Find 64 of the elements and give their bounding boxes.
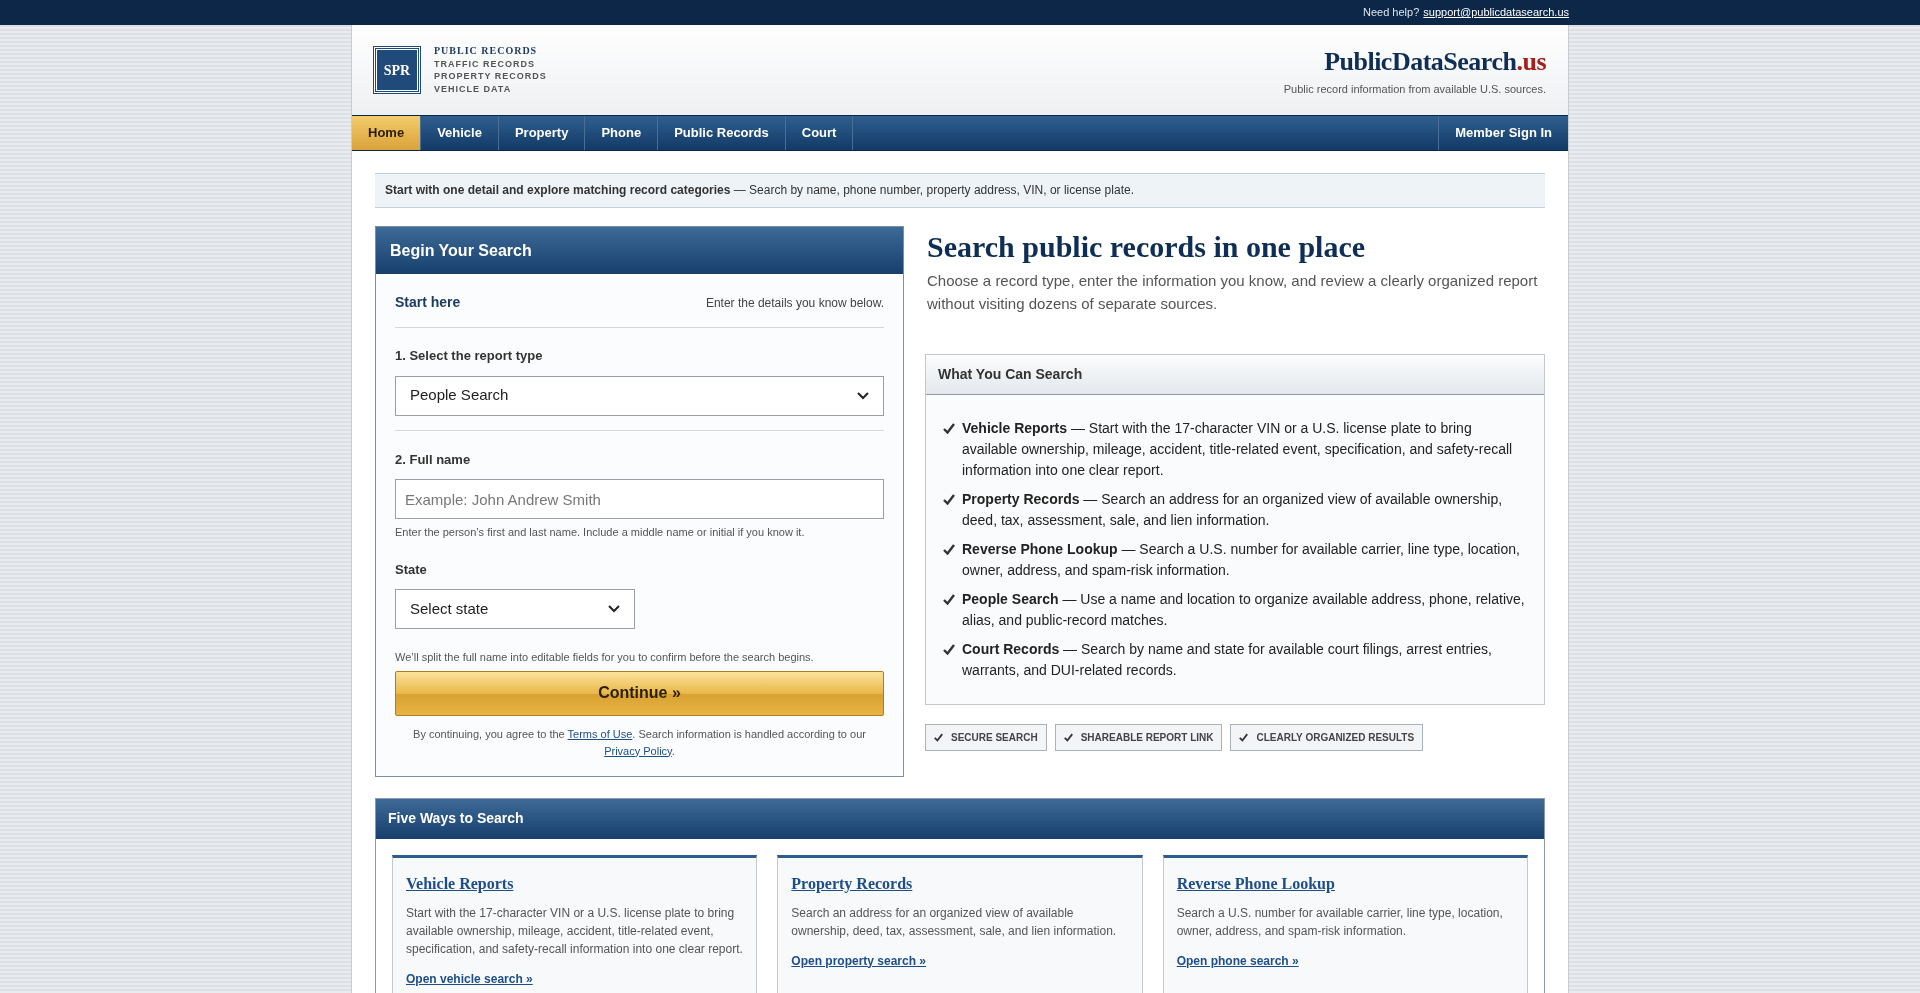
card-link[interactable]: Open property search » <box>791 951 927 970</box>
badge-label: CLEARLY ORGANIZED RESULTS <box>1256 731 1415 745</box>
start-here-heading: Start here <box>395 293 461 312</box>
panel-title: Begin Your Search <box>390 240 532 261</box>
page-heading: Search public records in one place <box>927 229 1367 265</box>
nav-tab[interactable]: Home <box>352 116 422 150</box>
logo-tagline: PROPERTY RECORDS <box>434 70 547 83</box>
brand-name: PublicDataSearch.us <box>1324 48 1546 75</box>
logo-mark: SPR <box>374 47 420 93</box>
checkmark-icon <box>943 644 955 655</box>
logo-tagline: PUBLIC RECORDS <box>434 45 539 58</box>
features-title: What You Can Search <box>938 365 1083 384</box>
nav-tab[interactable]: Property <box>498 116 586 150</box>
intro-notice: Start with one detail and explore matching record categories — Search by name, phone number, property address, VIN, or license plate. <box>375 173 1545 208</box>
header-subtitle: Public record information from available U.S. sources. <box>1283 81 1546 97</box>
logo-tagline: TRAFFIC RECORDS <box>434 57 536 70</box>
checkmark-icon <box>934 732 943 743</box>
dropdown-value: People Search <box>410 385 509 406</box>
card-link[interactable]: Open vehicle search » <box>406 969 533 988</box>
checkmark-icon <box>1063 732 1073 743</box>
card-link[interactable]: Open phone search » <box>1176 951 1299 970</box>
support-email-link[interactable]: support@publicdatasearch.us <box>1423 4 1569 21</box>
feature-item: Property Records — Search an address for an organized view of available ownership, deed, tax, assessment, sale, and lien information. <box>962 490 1504 530</box>
member-sign-in-link[interactable]: Member Sign In <box>1438 116 1568 150</box>
feature-item: People Search — Use a name and location to organize available address, phone, relative, alias, and public-record matches. <box>962 590 1526 630</box>
field-help-text: Enter the person’s first and last name. Include a middle name or initial if you know it. <box>395 525 806 540</box>
checkmark-icon <box>943 423 955 434</box>
checkmark-icon <box>1239 732 1249 743</box>
card-text: Start with the 17-character VIN or a U.S. license plate to bring available ownership, mileage, accident, title-related event, specification, and safety-recall information into one clear report. <box>406 904 744 958</box>
dropdown-select[interactable]: People Search <box>395 375 884 416</box>
card-title-link[interactable]: Property Records <box>791 871 913 896</box>
continue-button[interactable]: Continue » <box>395 670 884 716</box>
field-label: 2. Full name <box>395 450 472 469</box>
checkmark-icon <box>943 594 955 605</box>
form-note: We’ll split the full name into editable fields for you to confirm before the search begins. <box>395 650 815 665</box>
card-text: Search a U.S. number for available carrier, line type, location, owner, address, and spam-risk information. <box>1176 904 1504 940</box>
privacy-link[interactable]: Privacy Policy <box>604 744 672 757</box>
dropdown-value: Select state <box>410 598 489 619</box>
card-title-link[interactable]: Reverse Phone Lookup <box>1176 871 1335 896</box>
card-title-link[interactable]: Vehicle Reports <box>406 871 514 896</box>
feature-item: Court Records — Search by name and state for available court filings, arrest entries, warrants, and DUI-related records. <box>962 640 1493 680</box>
badge-label: SECURE SEARCH <box>951 731 1038 745</box>
form-hint: Enter the details you know below. <box>705 294 884 312</box>
nav-tab[interactable]: Court <box>785 116 854 150</box>
checkmark-icon <box>943 544 955 555</box>
nav-tab[interactable]: Phone <box>585 116 659 150</box>
feature-item: Reverse Phone Lookup — Search a U.S. number for available carrier, line type, location, owner, address, and spam-risk information. <box>962 540 1521 580</box>
field-label: 1. Select the report type <box>395 347 544 365</box>
field-label: State <box>395 560 428 579</box>
card-text: Search an address for an organized view of available ownership, deed, tax, assessment, sale, and lien information. <box>791 904 1118 940</box>
badge-label: SHAREABLE REPORT LINK <box>1080 731 1214 745</box>
chevron-down-icon <box>857 391 869 400</box>
chevron-down-icon <box>608 605 620 613</box>
feature-item: Vehicle Reports — Start with the 17-character VIN or a U.S. license plate to bring available ownership, mileage, accident, title-related event, specification, and safety-recall information into one clear report. <box>962 419 1514 480</box>
dropdown-select[interactable]: Select state <box>395 589 635 629</box>
intro-text: Choose a record type, enter the information you know, and review a clearly organized report without visiting dozens of separate sources. <box>927 271 1539 314</box>
nav-tab[interactable]: Vehicle <box>421 116 499 150</box>
checkmark-icon <box>943 494 955 505</box>
help-text: Need help? <box>1363 5 1420 21</box>
panel-title: Five Ways to Search <box>388 809 524 828</box>
logo-tagline: VEHICLE DATA <box>434 82 513 95</box>
legal-text: By continuing, you agree to the Terms of Use. Search information is handled according to our Privacy Policy. <box>412 726 867 759</box>
nav-tab[interactable]: Public Records <box>658 116 786 150</box>
full-name-field[interactable]: Example: John Andrew Smith <box>395 479 884 519</box>
